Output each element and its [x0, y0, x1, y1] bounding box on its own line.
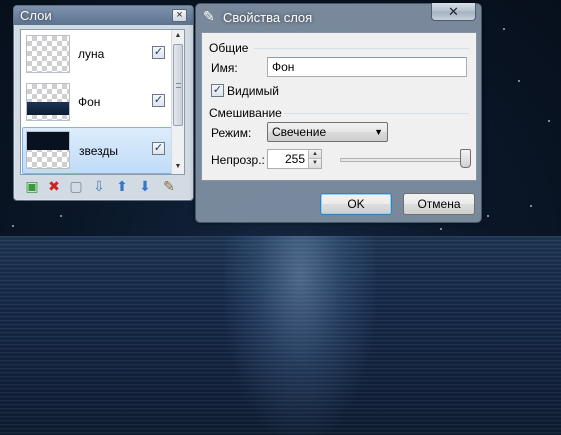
layer-visible-checkbox[interactable]: ✓ [152, 142, 165, 155]
layers-toolbar: ▣ ✖ ▢ ⇩ ⬆ ⬇ ✎ [22, 178, 187, 194]
cancel-button[interactable]: Отмена [403, 193, 475, 215]
dialog-close-button[interactable]: ✕ [431, 3, 476, 21]
move-up-icon[interactable]: ⬆ [114, 178, 130, 194]
layer-thumbnail [26, 83, 70, 121]
close-icon: × [176, 9, 183, 21]
layer-thumbnail [26, 35, 70, 73]
visible-label[interactable]: Видимый [227, 84, 279, 98]
star [487, 215, 489, 217]
opacity-spinner[interactable]: 255 ▲ ▼ [267, 149, 322, 169]
spin-up-icon[interactable]: ▲ [308, 150, 321, 159]
star [440, 228, 442, 230]
checkmark-icon: ✓ [153, 142, 164, 154]
layers-list: луна ✓ Фон ✓ звезды ✓ ▲ ▼ [20, 29, 185, 175]
scroll-up-icon[interactable]: ▲ [172, 30, 184, 42]
opacity-slider-thumb[interactable] [460, 149, 471, 168]
duplicate-layer-icon[interactable]: ▢ [68, 178, 84, 194]
thumbnail-sea [27, 102, 69, 115]
layers-scrollbar[interactable]: ▲ ▼ [171, 30, 184, 174]
delete-layer-icon[interactable]: ✖ [46, 178, 62, 194]
star [548, 120, 550, 122]
scrollbar-thumb[interactable] [173, 44, 183, 126]
thumbnail-night-sky [27, 132, 69, 150]
divider [254, 48, 469, 49]
dialog-content: Общие Имя: Фон ✓ Видимый Смешивание Режи… [201, 32, 477, 181]
star [518, 80, 520, 82]
scroll-down-icon[interactable]: ▼ [172, 161, 184, 173]
checkmark-icon: ✓ [153, 46, 164, 58]
group-blending-label: Смешивание [209, 106, 282, 120]
dialog-title: Свойства слоя [223, 10, 313, 25]
mode-label: Режим: [211, 126, 252, 140]
star [12, 225, 14, 227]
spin-down-icon[interactable]: ▼ [308, 159, 321, 168]
blend-mode-select[interactable]: Свечение ▼ [267, 122, 388, 142]
layer-thumbnail [26, 131, 70, 169]
layers-panel: Слои × луна ✓ Фон ✓ звезды ✓ ▲ ▼ ▣ ✖ ▢ ⇩… [13, 5, 194, 201]
layer-properties-dialog: ✎ Свойства слоя ✕ Общие Имя: Фон ✓ Видим… [195, 3, 482, 223]
divider [284, 113, 469, 114]
layer-name: звезды [79, 144, 119, 158]
layer-row-background[interactable]: Фон ✓ [22, 79, 172, 126]
checkmark-icon: ✓ [153, 94, 164, 106]
name-field[interactable]: Фон [267, 57, 467, 77]
merge-down-icon[interactable]: ⇩ [91, 178, 107, 194]
brush-icon: ✎ [203, 8, 215, 24]
properties-icon[interactable]: ✎ [161, 178, 177, 194]
name-label: Имя: [211, 61, 238, 75]
opacity-slider-track[interactable] [340, 158, 471, 162]
opacity-label: Непрозр.: [211, 153, 265, 167]
ok-button[interactable]: OK [320, 193, 392, 215]
layers-panel-title[interactable]: Слои [14, 6, 193, 25]
close-icon: ✕ [448, 4, 459, 19]
group-general-label: Общие [209, 41, 249, 55]
chevron-down-icon: ▼ [374, 127, 383, 137]
blend-mode-value: Свечение [272, 125, 327, 139]
add-layer-icon[interactable]: ▣ [24, 178, 40, 194]
grip-icon [176, 83, 181, 88]
star [503, 28, 505, 30]
star [60, 215, 62, 217]
canvas-moon-reflection [225, 236, 375, 435]
layer-name: Фон [78, 95, 101, 109]
opacity-value: 255 [284, 152, 305, 166]
layers-panel-close-button[interactable]: × [172, 9, 187, 22]
layer-name: луна [78, 47, 105, 61]
layer-row-stars[interactable]: звезды ✓ [22, 127, 172, 174]
move-down-icon[interactable]: ⬇ [137, 178, 153, 194]
star [530, 205, 532, 207]
layer-visible-checkbox[interactable]: ✓ [152, 94, 165, 107]
layer-row-moon[interactable]: луна ✓ [22, 31, 172, 78]
layer-visible-checkbox[interactable]: ✓ [152, 46, 165, 59]
checkmark-icon: ✓ [212, 84, 223, 96]
visible-checkbox[interactable]: ✓ [211, 84, 224, 97]
